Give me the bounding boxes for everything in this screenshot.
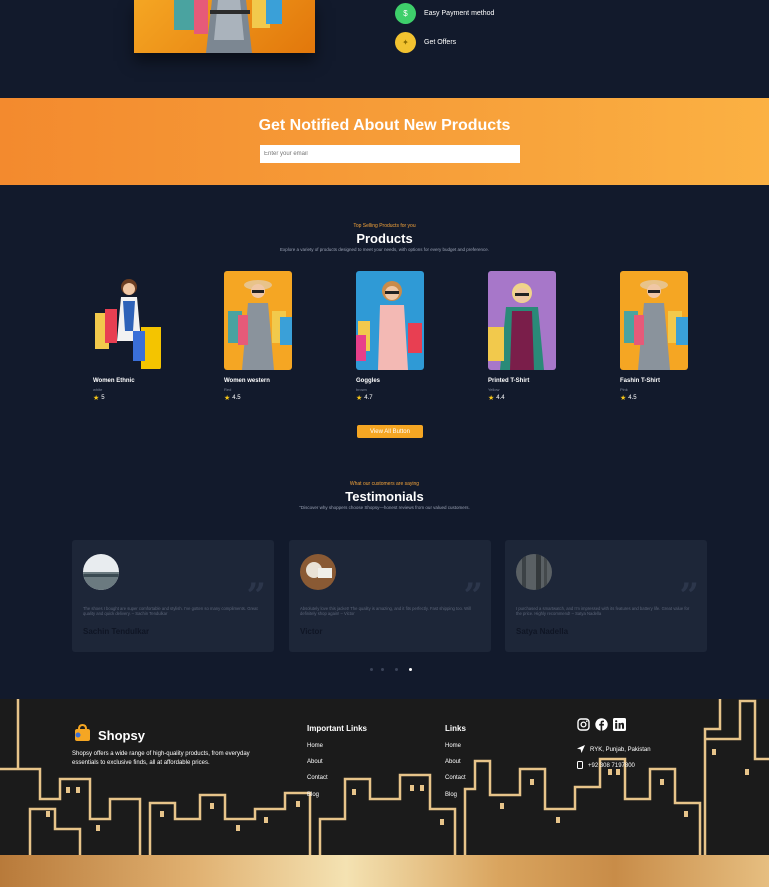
product-card[interactable]: Women western Red ★ 4.5: [224, 271, 294, 402]
footer-link-blog[interactable]: Blog: [445, 792, 457, 798]
rating-value: 4.5: [628, 395, 637, 401]
instagram-icon[interactable]: [577, 718, 590, 736]
rating-value: 5: [101, 395, 105, 401]
social-icons: [577, 718, 626, 736]
location-arrow-icon: [577, 745, 585, 755]
notify-title: Get Notified About New Products: [258, 117, 511, 134]
avatar: [83, 554, 119, 590]
rating-value: 4.5: [232, 395, 241, 401]
footer-phone: +92 308 7197800: [577, 761, 635, 771]
testimonials-eyebrow: What our customers are saying: [349, 481, 420, 487]
footer-about: Shopsy offers a wide range of high-quali…: [72, 751, 250, 766]
testimonial-card: ” I purchased a smartwatch, and I'm impr…: [505, 540, 707, 652]
footer: Shopsy Shopsy offers a wide range of hig…: [0, 699, 769, 855]
carousel-dot[interactable]: [381, 668, 384, 671]
star-icon: ★: [93, 395, 100, 402]
product-rating: ★ 5: [93, 394, 163, 402]
product-card[interactable]: Goggles brown ★ 4.7: [356, 271, 426, 402]
footer-link-contact[interactable]: Contact: [307, 775, 328, 781]
product-rating: ★ 4.5: [620, 394, 690, 402]
testimonial-text: The shoes I bought are super comfortable…: [83, 606, 258, 616]
important-links-title: Important Links: [307, 724, 368, 733]
feature-label: Get Offers: [424, 39, 457, 46]
feature-label: Easy Payment method: [424, 10, 495, 17]
product-card[interactable]: Women Ethnic white ★ 5: [93, 271, 163, 402]
links-title: Links: [445, 724, 466, 733]
product-rating: ★ 4.7: [356, 394, 426, 402]
hero-image: [134, 0, 315, 53]
product-color: Yellow: [488, 387, 500, 392]
testimonials-subtitle: "Discover why shoppers choose Shopsy—hon…: [299, 505, 470, 510]
footer-link-about[interactable]: About: [307, 759, 323, 765]
rating-value: 4.4: [496, 395, 505, 401]
product-name: Fashin T-Shirt: [620, 378, 661, 384]
phone-text: +92 308 7197800: [588, 763, 635, 769]
footer-brand[interactable]: Shopsy: [72, 723, 145, 747]
product-image[interactable]: [488, 271, 556, 370]
product-color: Pink: [620, 387, 628, 392]
carousel-dot[interactable]: [395, 668, 398, 671]
address-text: RYK, Punjab, Pakistan: [590, 747, 651, 753]
product-name: Women Ethnic: [93, 378, 135, 384]
product-color: brown: [356, 387, 367, 392]
product-name: Printed T-Shirt: [488, 378, 530, 384]
feature-get-offers: ✦ Get Offers: [395, 32, 456, 53]
testimonials-title: Testimonials: [345, 489, 424, 504]
email-input[interactable]: [260, 145, 520, 163]
carousel-dot[interactable]: [370, 668, 373, 671]
phone-icon: [577, 761, 583, 771]
avatar: [516, 554, 552, 590]
product-card[interactable]: Printed T-Shirt Yellow ★ 4.4: [488, 271, 558, 402]
gift-icon: ✦: [395, 32, 416, 53]
star-icon: ★: [224, 395, 231, 402]
rating-value: 4.7: [364, 395, 373, 401]
dollar-icon: $: [395, 3, 416, 24]
footer-link-home[interactable]: Home: [307, 743, 323, 749]
feature-easy-payment: $ Easy Payment method: [395, 3, 494, 24]
footer-link-home[interactable]: Home: [445, 743, 461, 749]
testimonial-text: Absolutely love this jacket! The quality…: [300, 606, 471, 616]
view-all-button[interactable]: View All Button: [357, 425, 423, 438]
footer-link-blog[interactable]: Blog: [307, 792, 319, 798]
product-image[interactable]: [356, 271, 424, 370]
testimonial-name: Victor: [300, 627, 323, 636]
star-icon: ★: [620, 395, 627, 402]
testimonial-name: Sachin Tendulkar: [83, 627, 150, 636]
product-color: Red: [224, 387, 232, 392]
notify-banner: Get Notified About New Products: [0, 98, 769, 185]
star-icon: ★: [356, 395, 363, 402]
product-name: Women western: [224, 378, 270, 384]
products-title: Products: [356, 231, 413, 246]
testimonial-name: Satya Nadella: [516, 627, 569, 636]
footer-banner-image: [0, 855, 769, 887]
product-color: white: [93, 387, 103, 392]
product-rating: ★ 4.4: [488, 394, 558, 402]
products-subtitle: Explore a variety of products designed t…: [279, 247, 490, 252]
avatar: [300, 554, 336, 590]
product-rating: ★ 4.5: [224, 394, 294, 402]
product-image[interactable]: [93, 271, 161, 370]
brand-name: Shopsy: [98, 728, 145, 743]
shopping-bag-icon: [72, 723, 92, 747]
footer-link-contact[interactable]: Contact: [445, 775, 466, 781]
testimonial-card: ” Absolutely love this jacket! The quali…: [289, 540, 491, 652]
testimonial-text: I purchased a smartwatch, and I'm impres…: [516, 606, 690, 616]
product-name: Goggles: [356, 378, 381, 384]
carousel-dot-active[interactable]: [409, 668, 412, 671]
footer-address: RYK, Punjab, Pakistan: [577, 745, 651, 755]
star-icon: ★: [488, 395, 495, 402]
product-image[interactable]: [224, 271, 292, 370]
footer-link-about[interactable]: About: [445, 759, 461, 765]
city-skyline-illustration: [0, 699, 769, 855]
linkedin-icon[interactable]: [613, 718, 626, 736]
testimonial-card: ” The shoes I bought are super comfortab…: [72, 540, 274, 652]
product-image[interactable]: [620, 271, 688, 370]
product-card[interactable]: Fashin T-Shirt Pink ★ 4.5: [620, 271, 690, 402]
products-eyebrow: Top Selling Products for you: [353, 223, 416, 229]
facebook-icon[interactable]: [595, 718, 608, 736]
